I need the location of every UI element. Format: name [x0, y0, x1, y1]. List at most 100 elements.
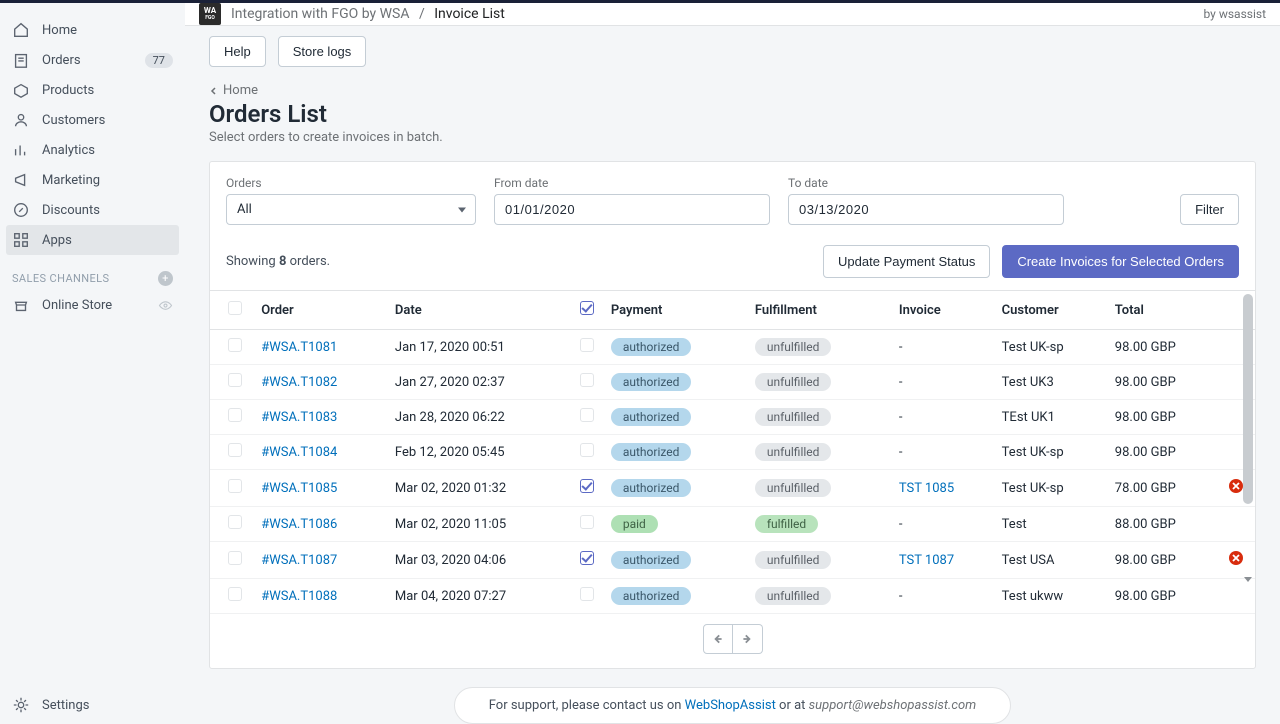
- total-cell: 78.00 GBP: [1107, 470, 1220, 507]
- order-link[interactable]: #WSA.T1083: [261, 410, 337, 425]
- order-link[interactable]: #WSA.T1081: [261, 340, 337, 355]
- support-link[interactable]: WebShopAssist: [685, 698, 776, 713]
- row-checkbox[interactable]: [228, 479, 242, 493]
- arrow-left-icon: [712, 633, 724, 645]
- sidebar-item-home[interactable]: Home: [0, 15, 185, 45]
- col-order: Order: [253, 291, 387, 330]
- from-date-input[interactable]: [494, 194, 770, 225]
- order-link[interactable]: #WSA.T1084: [261, 445, 337, 460]
- order-link[interactable]: #WSA.T1087: [261, 553, 337, 568]
- breadcrumb-back[interactable]: Home: [185, 77, 1280, 98]
- row-checkbox[interactable]: [228, 587, 242, 601]
- payment-badge: authorized: [611, 408, 692, 426]
- sidebar-item-label: Apps: [42, 233, 72, 248]
- order-link[interactable]: #WSA.T1082: [261, 375, 337, 390]
- date-cell: Mar 03, 2020 04:06: [387, 542, 572, 579]
- payment-badge: authorized: [611, 373, 692, 391]
- customer-cell: Test UK-sp: [994, 470, 1107, 507]
- sidebar-item-customers[interactable]: Customers: [0, 105, 185, 135]
- store-logs-button[interactable]: Store logs: [278, 36, 367, 67]
- row-checkbox[interactable]: [228, 408, 242, 422]
- row-payment-checkbox[interactable]: [580, 587, 594, 601]
- to-date-input[interactable]: [788, 194, 1064, 225]
- row-payment-checkbox[interactable]: [580, 408, 594, 422]
- fulfillment-badge: unfulfilled: [755, 443, 832, 461]
- sidebar-item-discounts[interactable]: Discounts: [0, 195, 185, 225]
- table-row: #WSA.T1086Mar 02, 2020 11:05paidfulfille…: [210, 507, 1255, 542]
- create-invoices-button[interactable]: Create Invoices for Selected Orders: [1002, 245, 1239, 278]
- sidebar-item-label: Home: [42, 23, 77, 38]
- row-checkbox[interactable]: [228, 443, 242, 457]
- order-link[interactable]: #WSA.T1085: [261, 481, 337, 496]
- add-channel-icon[interactable]: +: [158, 271, 173, 286]
- discounts-icon: [12, 201, 30, 219]
- filter-button[interactable]: Filter: [1180, 194, 1239, 225]
- row-payment-checkbox[interactable]: [580, 373, 594, 387]
- toolbar: Help Store logs: [185, 26, 1280, 77]
- order-link[interactable]: #WSA.T1088: [261, 589, 337, 604]
- arrow-right-icon: [741, 633, 753, 645]
- row-checkbox[interactable]: [228, 515, 242, 529]
- total-cell: 88.00 GBP: [1107, 507, 1220, 542]
- row-payment-checkbox[interactable]: [580, 338, 594, 352]
- date-cell: Mar 02, 2020 01:32: [387, 470, 572, 507]
- sidebar-item-products[interactable]: Products: [0, 75, 185, 105]
- col-fulfillment: Fulfillment: [747, 291, 891, 330]
- orders-filter-select[interactable]: All: [226, 194, 476, 225]
- total-cell: 98.00 GBP: [1107, 579, 1220, 614]
- store-icon: [12, 296, 30, 314]
- customers-icon: [12, 111, 30, 129]
- customer-cell: Test UK-sp: [994, 435, 1107, 470]
- select-all-checkbox[interactable]: [228, 301, 242, 315]
- payment-badge: authorized: [611, 551, 692, 569]
- invoice-link[interactable]: TST 1085: [899, 481, 954, 496]
- payment-filter-checkbox[interactable]: [580, 301, 594, 315]
- sidebar-item-label: Online Store: [42, 298, 112, 313]
- col-payment: Payment: [603, 291, 747, 330]
- fulfillment-badge: unfulfilled: [755, 587, 832, 605]
- total-cell: 98.00 GBP: [1107, 400, 1220, 435]
- col-date: Date: [387, 291, 572, 330]
- sidebar-item-analytics[interactable]: Analytics: [0, 135, 185, 165]
- total-cell: 98.00 GBP: [1107, 330, 1220, 365]
- row-payment-checkbox[interactable]: [580, 515, 594, 529]
- prev-page-button[interactable]: [703, 624, 733, 654]
- sidebar-item-apps[interactable]: Apps: [6, 225, 179, 255]
- payment-badge: authorized: [611, 479, 692, 497]
- date-cell: Mar 04, 2020 07:27: [387, 579, 572, 614]
- sidebar-item-online-store[interactable]: Online Store: [0, 290, 185, 320]
- date-cell: Jan 27, 2020 02:37: [387, 365, 572, 400]
- sidebar-item-label: Marketing: [42, 173, 100, 188]
- sidebar-item-orders[interactable]: Orders 77: [0, 45, 185, 75]
- sidebar-item-settings[interactable]: Settings: [0, 690, 185, 720]
- date-cell: Mar 02, 2020 11:05: [387, 507, 572, 542]
- invoice-cell: -: [899, 517, 903, 532]
- row-payment-checkbox[interactable]: [580, 443, 594, 457]
- date-cell: Jan 17, 2020 00:51: [387, 330, 572, 365]
- support-email: support@webshopassist.com: [809, 698, 977, 713]
- row-checkbox[interactable]: [228, 338, 242, 352]
- fulfillment-badge: unfulfilled: [755, 408, 832, 426]
- table-row: #WSA.T1085Mar 02, 2020 01:32authorizedun…: [210, 470, 1255, 507]
- sidebar-item-marketing[interactable]: Marketing: [0, 165, 185, 195]
- table-row: #WSA.T1088Mar 04, 2020 07:27authorizedun…: [210, 579, 1255, 614]
- sales-channels-header: SALES CHANNELS +: [0, 255, 185, 290]
- row-payment-checkbox[interactable]: [580, 551, 594, 565]
- help-button[interactable]: Help: [209, 36, 266, 67]
- invoice-link[interactable]: TST 1087: [899, 553, 954, 568]
- customer-cell: Test: [994, 507, 1107, 542]
- orders-count-badge: 77: [145, 53, 173, 68]
- row-checkbox[interactable]: [228, 551, 242, 565]
- orders-icon: [12, 51, 30, 69]
- total-cell: 98.00 GBP: [1107, 365, 1220, 400]
- row-payment-checkbox[interactable]: [580, 479, 594, 493]
- row-checkbox[interactable]: [228, 373, 242, 387]
- col-total: Total: [1107, 291, 1220, 330]
- sidebar-item-label: Orders: [42, 53, 81, 68]
- eye-icon[interactable]: [158, 298, 173, 313]
- order-link[interactable]: #WSA.T1086: [261, 517, 337, 532]
- next-page-button[interactable]: [733, 624, 763, 654]
- scroll-down-icon[interactable]: [1241, 572, 1255, 586]
- vertical-scrollbar[interactable]: [1241, 290, 1255, 586]
- update-payment-button[interactable]: Update Payment Status: [823, 245, 990, 278]
